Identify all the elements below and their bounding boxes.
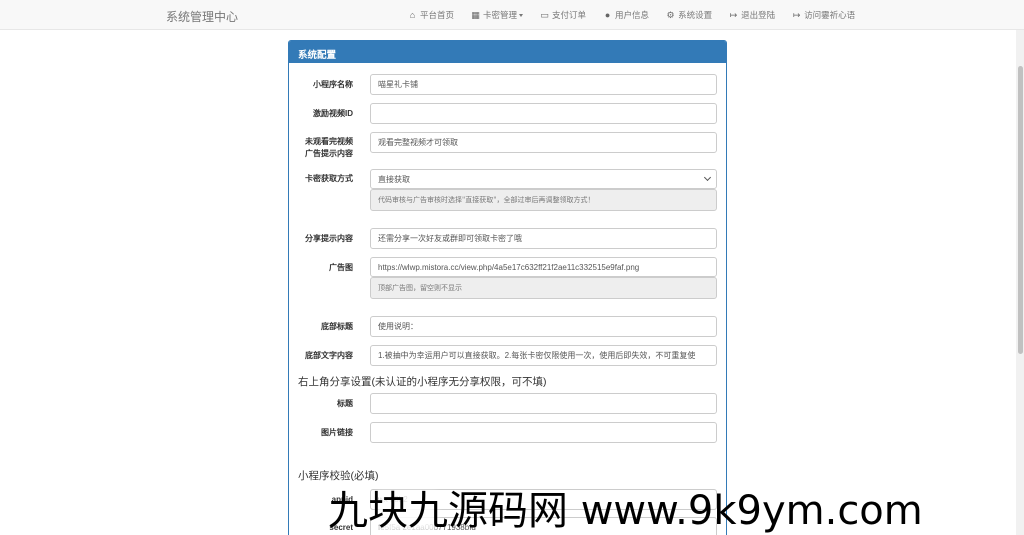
page-scrollbar[interactable] xyxy=(1016,30,1024,535)
method-selected-value: 直接获取 xyxy=(378,175,410,184)
panel-title: 系统配置 xyxy=(289,41,726,63)
share-image-input[interactable] xyxy=(370,422,717,443)
share-title-input[interactable] xyxy=(370,393,717,414)
nav-label: 用户信息 xyxy=(615,10,650,20)
share-tip-input[interactable]: 还需分享一次好友或群即可领取卡密了哦 xyxy=(370,228,717,249)
mini-name-input[interactable]: 喵星礼卡铺 xyxy=(370,74,717,95)
nav-item-card-management[interactable]: ▦ 卡密管理 xyxy=(471,9,524,21)
nav-item-orders[interactable]: ▭ 支付订单 xyxy=(540,9,586,21)
nav-label: 支付订单 xyxy=(552,10,587,20)
nav-label: 访问霎祈心语 xyxy=(804,10,856,20)
top-navbar: 系统管理中心 ⌂ 平台首页 ▦ 卡密管理 ▭ 支付订单 ● 用户信息 ⚙ 系统设… xyxy=(0,0,1024,30)
footer-title-input[interactable]: 使用说明： xyxy=(370,316,717,337)
watermark-text: 九块九源码网 www.9k9ym.com xyxy=(328,488,923,534)
ad-image-input[interactable]: https://wlwp.mistora.cc/view.php/4a5e17c… xyxy=(370,257,717,277)
share-title-label: 标题 xyxy=(337,399,353,408)
card-icon: ▭ xyxy=(540,9,549,20)
mini-name-label: 小程序名称 xyxy=(313,80,353,89)
method-label: 卡密获取方式 xyxy=(305,174,353,183)
share-tip-label: 分享提示内容 xyxy=(305,234,353,243)
nav-label: 卡密管理 xyxy=(483,10,518,20)
footer-text-input[interactable]: 1.被抽中为幸运用户可以直接获取。2.每张卡密仅限使用一次，使用后即失效，不可重… xyxy=(370,345,717,366)
method-select[interactable]: 直接获取 xyxy=(370,169,717,189)
nav-item-settings[interactable]: ⚙ 系统设置 xyxy=(666,9,713,21)
ad-image-help-text: 顶部广告图，留空则不显示 xyxy=(370,277,717,299)
caret-down-icon xyxy=(519,13,524,17)
main-nav: ⌂ 平台首页 ▦ 卡密管理 ▭ 支付订单 ● 用户信息 ⚙ 系统设置 ↦ 退出登… xyxy=(408,0,872,30)
nav-item-logout[interactable]: ↦ 退出登陆 xyxy=(729,9,775,21)
video-id-input[interactable] xyxy=(370,103,717,124)
footer-title-label: 底部标题 xyxy=(321,322,353,331)
share-settings-heading: 右上角分享设置(未认证的小程序无分享权限，可不填) xyxy=(298,376,547,388)
system-config-panel: 系统配置 小程序名称 喵星礼卡铺 激励视频ID 未观看完视频 广告提示内容 观看… xyxy=(288,40,727,535)
ad-image-label: 广告图 xyxy=(329,263,353,272)
logout-icon: ↦ xyxy=(792,9,801,20)
gear-icon: ⚙ xyxy=(666,9,675,20)
method-help-text: 代码审核与广告审核时选择"直接获取"，全部过审后再调整领取方式！ xyxy=(370,189,717,211)
home-icon: ⌂ xyxy=(409,10,416,20)
grid-icon: ▦ xyxy=(471,9,480,20)
chevron-down-icon xyxy=(703,173,712,182)
nav-label: 系统设置 xyxy=(678,10,713,20)
unwatched-label-line1: 未观看完视频 xyxy=(305,137,353,146)
scrollbar-thumb[interactable] xyxy=(1018,66,1023,354)
brand-title[interactable]: 系统管理中心 xyxy=(166,8,238,25)
share-image-label: 图片链接 xyxy=(321,428,353,437)
footer-text-label: 底部文字内容 xyxy=(305,351,353,360)
nav-label: 退出登陆 xyxy=(741,10,776,20)
nav-item-home[interactable]: ⌂ 平台首页 xyxy=(408,9,454,21)
unwatched-label-line2: 广告提示内容 xyxy=(305,149,353,158)
nav-item-visit-site[interactable]: ↦ 访问霎祈心语 xyxy=(792,9,855,21)
nav-item-user-info[interactable]: ● 用户信息 xyxy=(603,9,649,21)
logout-icon: ↦ xyxy=(729,9,738,20)
nav-label: 平台首页 xyxy=(420,10,455,20)
video-id-label: 激励视频ID xyxy=(313,109,353,118)
user-icon: ● xyxy=(604,10,611,20)
unwatched-tip-input[interactable]: 观看完整视频才可领取 xyxy=(370,132,717,153)
